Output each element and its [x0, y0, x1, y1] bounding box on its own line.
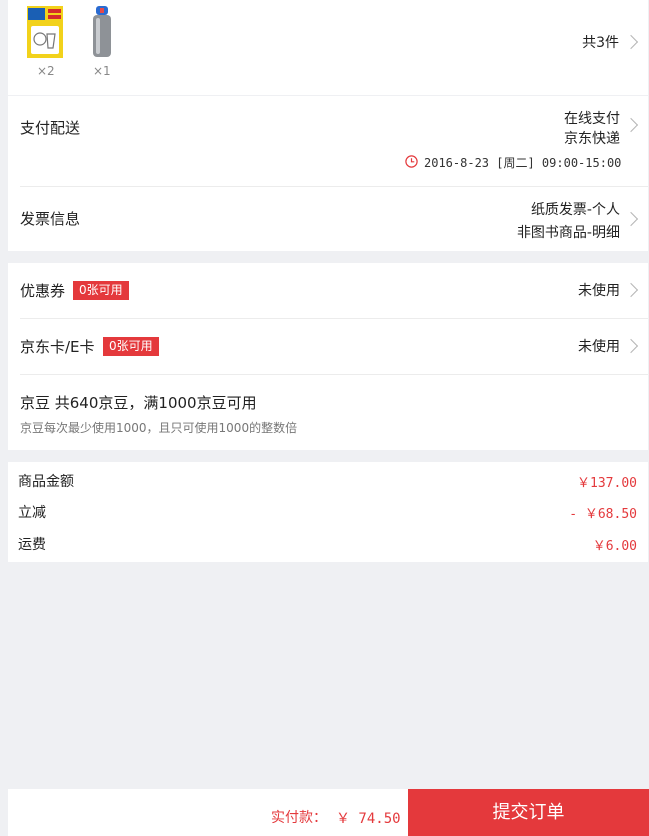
chevron-right-icon: [623, 211, 639, 227]
jingdou-note: 京豆每次最少使用1000，且只可使用1000的整数倍: [20, 421, 298, 435]
total-label: 实付款：: [271, 810, 327, 826]
product-thumb-detergent[interactable]: [27, 6, 63, 58]
shipping-label: 运费: [18, 537, 46, 553]
jd-card-status: 未使用: [578, 339, 620, 355]
submit-order-button[interactable]: 提交订单: [408, 789, 649, 836]
total-value: ￥ 74.50: [336, 811, 401, 827]
water-bottle-icon: [93, 6, 111, 57]
item-count: 共3件: [582, 35, 619, 51]
product-qty: ×1: [93, 64, 111, 78]
coupon-badge: 0张可用: [73, 281, 129, 300]
payment-delivery-row[interactable]: 支付配送 在线支付 京东快递 2016-8-23 [周二] 09:00-15:0…: [8, 96, 648, 186]
chevron-right-icon: [623, 338, 639, 354]
jingdou-row[interactable]: 京豆 共640京豆，满1000京豆可用 京豆每次最少使用1000，且只可使用10…: [8, 375, 648, 450]
chevron-right-icon: [623, 117, 639, 133]
payment-method: 在线支付: [564, 111, 620, 127]
clock-icon: [405, 155, 418, 168]
goods-amount-label: 商品金额: [18, 474, 74, 490]
chevron-right-icon: [623, 282, 639, 298]
detergent-box-icon: [27, 6, 63, 58]
row-label: 优惠券: [20, 282, 66, 300]
coupon-status: 未使用: [578, 283, 620, 299]
discount-label: 立减: [18, 505, 46, 521]
row-label: 支付配送: [20, 119, 81, 137]
footer-bar: 实付款： ￥ 74.50 提交订单: [8, 789, 649, 836]
goods-amount-value: ￥137.00: [577, 476, 637, 491]
chevron-right-icon: [623, 34, 639, 50]
price-summary-card: 商品金额 ￥137.00 立减 - ￥68.50 运费 ￥6.00: [8, 462, 648, 562]
row-label: 发票信息: [20, 210, 81, 228]
discount-value: - ￥68.50: [569, 507, 637, 522]
courier: 京东快递: [564, 131, 620, 147]
discount-card: 优惠券 0张可用 未使用 京东卡/E卡 0张可用 未使用 京豆 共640京豆，满…: [8, 263, 648, 450]
product-thumb-bottle[interactable]: [90, 6, 114, 58]
shipping-value: ￥6.00: [592, 539, 637, 554]
product-qty: ×2: [37, 64, 55, 78]
invoice-type: 纸质发票-个人: [530, 202, 620, 218]
submit-order-label: 提交订单: [492, 802, 565, 823]
jd-card-row[interactable]: 京东卡/E卡 0张可用 未使用: [8, 319, 648, 374]
delivery-time: 2016-8-23 [周二] 09:00-15:00: [424, 156, 622, 170]
jingdou-title: 京豆 共640京豆，满1000京豆可用: [20, 394, 257, 412]
invoice-row[interactable]: 发票信息 纸质发票-个人 非图书商品-明细: [8, 187, 648, 251]
invoice-content: 非图书商品-明细: [516, 225, 620, 241]
row-label: 京东卡/E卡: [20, 338, 95, 356]
payment-invoice-card: 支付配送 在线支付 京东快递 2016-8-23 [周二] 09:00-15:0…: [8, 96, 648, 251]
coupon-row[interactable]: 优惠券 0张可用 未使用: [8, 263, 648, 318]
product-list-card[interactable]: ×2 ×1 共3件: [8, 0, 648, 95]
jd-card-badge: 0张可用: [103, 337, 159, 356]
